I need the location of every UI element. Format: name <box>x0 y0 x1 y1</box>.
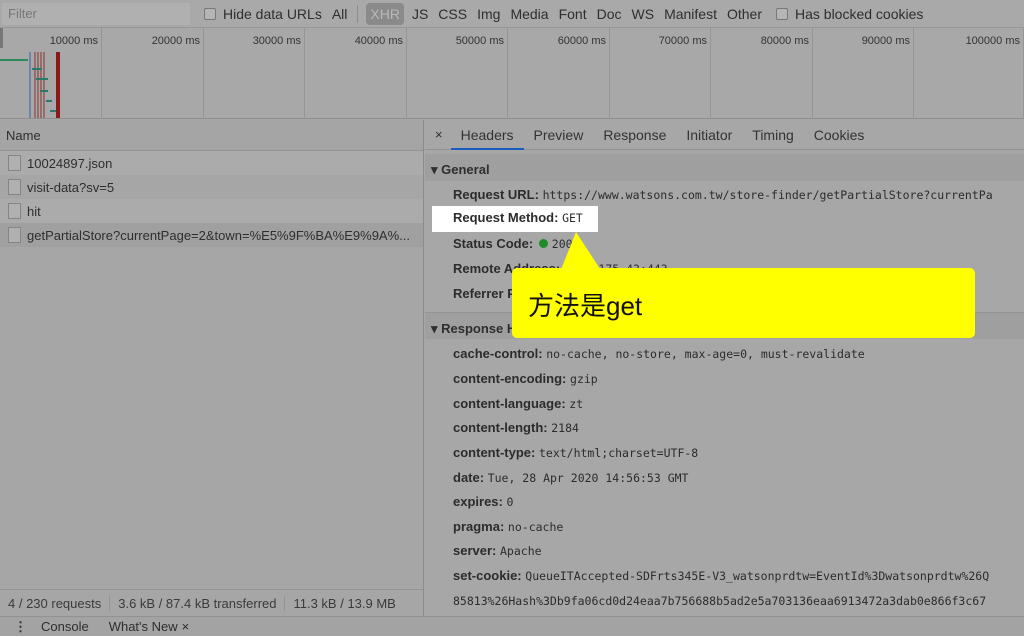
header-row: pragma: no-cache <box>453 519 564 534</box>
file-icon <box>8 155 21 171</box>
tick: 30000 ms <box>204 28 305 119</box>
set-cookie-continuation: 85813%26Hash%3Db9fa06cd0d24eaa7b756688b5… <box>453 594 987 608</box>
list-item[interactable]: 10024897.json <box>0 151 423 175</box>
file-icon <box>8 203 21 219</box>
tick: 70000 ms <box>610 28 711 119</box>
header-row: set-cookie: QueueITAccepted-SDFrts345E-V… <box>453 568 990 583</box>
type-other[interactable]: Other <box>727 6 762 22</box>
tab-cookies[interactable]: Cookies <box>804 120 875 150</box>
general-section-header[interactable]: ▾ General <box>425 154 1024 181</box>
header-row: expires: 0 <box>453 494 514 509</box>
status-bar: 4 / 230 requests 3.6 kB / 87.4 kB transf… <box>0 589 423 616</box>
header-row: content-type: text/html;charset=UTF-8 <box>453 445 699 460</box>
list-item[interactable]: visit-data?sv=5 <box>0 175 423 199</box>
type-css[interactable]: CSS <box>438 6 467 22</box>
type-all[interactable]: All <box>332 6 348 22</box>
request-list: 10024897.json visit-data?sv=5 hit getPar… <box>0 151 423 247</box>
drawer-menu-icon[interactable]: ⋮ <box>0 619 41 635</box>
request-url-row: Request URL: https://www.watsons.com.tw/… <box>453 187 993 202</box>
type-ws[interactable]: WS <box>632 6 655 22</box>
header-row: content-language: zt <box>453 396 584 411</box>
tick: 100000 ms <box>914 28 1024 119</box>
detail-tabs: × Headers Preview Response Initiator Tim… <box>425 120 1024 150</box>
status-dot-icon <box>538 239 548 248</box>
resources-size: 11.3 kB / 13.9 MB <box>293 595 396 611</box>
hide-data-urls-checkbox[interactable] <box>204 7 216 20</box>
waterfall-graph <box>0 28 60 118</box>
header-row: server: Apache <box>453 543 542 558</box>
section-title: Response H <box>441 321 517 336</box>
section-title: General <box>441 162 490 177</box>
tab-initiator[interactable]: Initiator <box>676 120 742 150</box>
blocked-cookies-checkbox[interactable] <box>776 7 788 20</box>
type-xhr[interactable]: XHR <box>366 2 404 25</box>
tick: 20000 ms <box>102 28 204 119</box>
type-img[interactable]: Img <box>477 6 500 22</box>
drawer-tabbar: ⋮ Console What's New × <box>0 616 1024 636</box>
header-row: date: Tue, 28 Apr 2020 14:56:53 GMT <box>453 470 689 485</box>
request-count: 4 / 230 requests <box>0 595 111 611</box>
tick: 40000 ms <box>305 28 407 119</box>
file-icon <box>8 227 21 243</box>
timeline-overview[interactable]: 10000 ms 20000 ms 30000 ms 40000 ms 5000… <box>0 28 1024 119</box>
list-item[interactable]: hit <box>0 199 423 223</box>
type-manifest[interactable]: Manifest <box>664 6 717 22</box>
type-font[interactable]: Font <box>559 6 587 22</box>
file-icon <box>8 179 21 195</box>
tab-response[interactable]: Response <box>593 120 676 150</box>
referrer-policy-row: Referrer P <box>453 286 516 301</box>
tick: 60000 ms <box>508 28 610 119</box>
request-name: 10024897.json <box>27 155 113 171</box>
header-row: cache-control: no-cache, no-store, max-a… <box>453 346 865 361</box>
transferred-size: 3.6 kB / 87.4 kB transferred <box>110 595 286 611</box>
request-name: hit <box>27 203 41 219</box>
header-row: content-length: 2184 <box>453 420 579 435</box>
hide-data-urls-label: Hide data URLs <box>223 5 322 22</box>
header-row: content-encoding: gzip <box>453 371 598 386</box>
request-name: visit-data?sv=5 <box>27 179 115 195</box>
list-item[interactable]: getPartialStore?currentPage=2&town=%E5%9… <box>0 223 423 247</box>
tick: 80000 ms <box>711 28 813 119</box>
name-column-header[interactable]: Name <box>0 120 423 151</box>
tab-whats-new[interactable]: What's New <box>109 619 182 634</box>
request-name: getPartialStore?currentPage=2&town=%E5%9… <box>27 227 410 243</box>
divider <box>357 4 359 23</box>
type-media[interactable]: Media <box>510 6 548 22</box>
request-list-panel: Name 10024897.json visit-data?sv=5 hit g… <box>0 120 424 616</box>
tick: 90000 ms <box>813 28 914 119</box>
type-doc[interactable]: Doc <box>597 6 622 22</box>
tab-console[interactable]: Console <box>41 619 109 634</box>
close-icon[interactable]: × <box>425 127 451 142</box>
tick: 50000 ms <box>407 28 508 119</box>
callout-pointer <box>560 232 602 272</box>
filter-toolbar: Filter Hide data URLs All XHR JS CSS Img… <box>0 0 1024 28</box>
annotation-callout: 方法是get <box>512 268 975 338</box>
blocked-cookies-label: Has blocked cookies <box>795 5 924 22</box>
tab-preview[interactable]: Preview <box>524 120 594 150</box>
close-icon[interactable]: × <box>182 619 190 634</box>
tab-timing[interactable]: Timing <box>742 120 804 150</box>
type-js[interactable]: JS <box>412 6 428 22</box>
status-code-row: Status Code: 200 <box>453 236 573 251</box>
filter-input[interactable]: Filter <box>2 2 190 25</box>
tab-headers[interactable]: Headers <box>450 120 524 150</box>
request-method-highlight: Request Method: GET <box>432 206 598 232</box>
request-detail-panel: × Headers Preview Response Initiator Tim… <box>425 120 1024 616</box>
